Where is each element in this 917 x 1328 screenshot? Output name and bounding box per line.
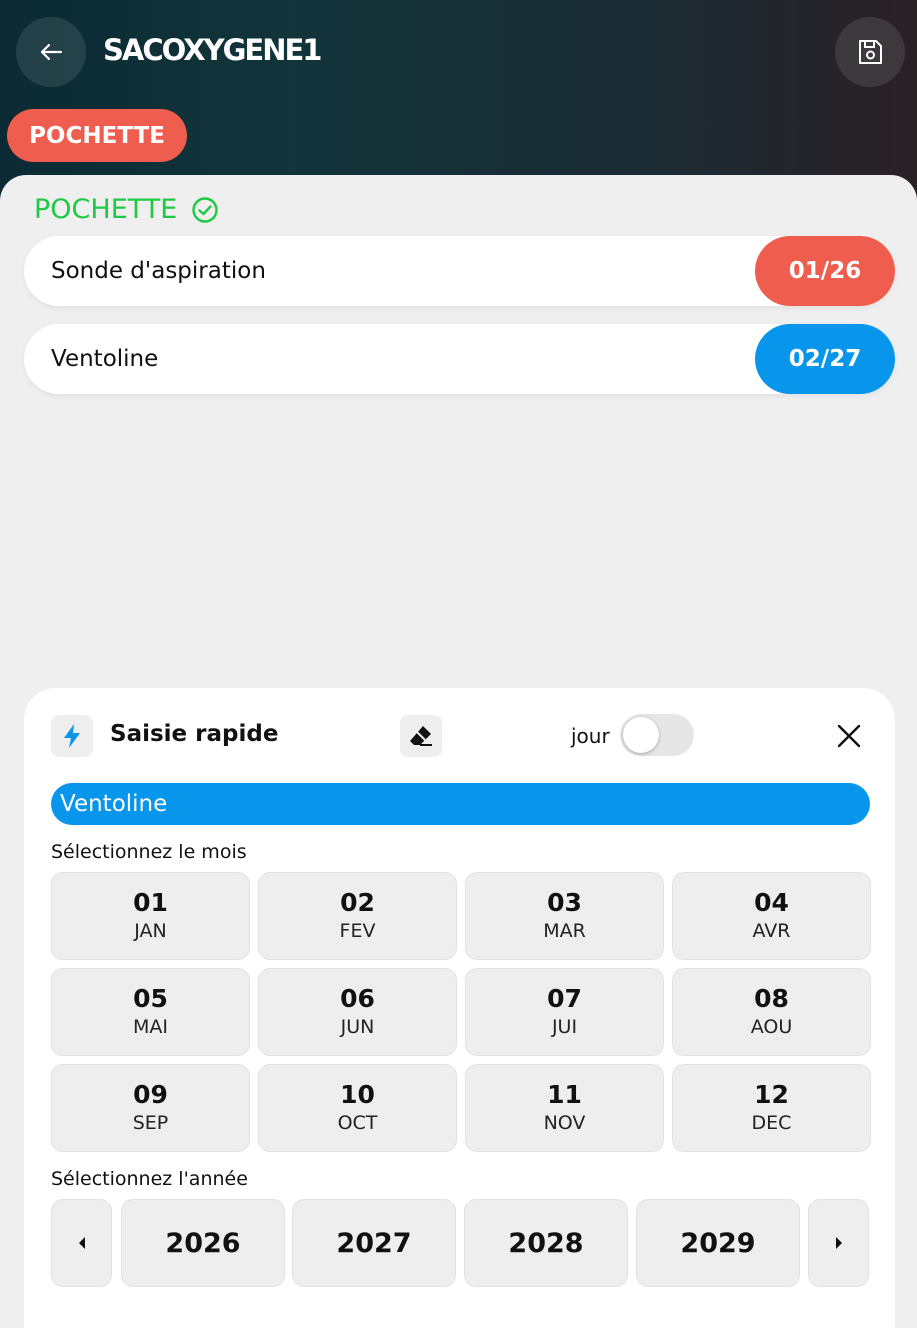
panel-title: Saisie rapide: [110, 721, 279, 747]
month-button[interactable]: 01 JAN: [51, 872, 250, 960]
save-button[interactable]: [835, 17, 905, 87]
arrow-left-icon: [40, 43, 63, 61]
month-abbr: AOU: [750, 1016, 793, 1038]
quick-entry-button[interactable]: [51, 715, 93, 757]
month-button[interactable]: 08 AOU: [672, 968, 871, 1056]
month-abbr: SEP: [132, 1112, 169, 1134]
month-number: 06: [340, 984, 375, 1013]
back-button[interactable]: [16, 17, 86, 87]
year-next-button[interactable]: [808, 1199, 869, 1287]
month-number: 02: [340, 888, 375, 917]
month-number: 11: [547, 1080, 582, 1109]
month-abbr: DEC: [751, 1112, 792, 1134]
quick-entry-panel: Saisie rapide jour Ventoline Sélectionne…: [24, 688, 895, 1328]
month-button[interactable]: 04 AVR: [672, 872, 871, 960]
month-button[interactable]: 05 MAI: [51, 968, 250, 1056]
toggle-label: jour: [571, 724, 610, 748]
month-abbr: AVR: [752, 920, 791, 942]
toggle-knob: [623, 717, 659, 753]
month-button[interactable]: 02 FEV: [258, 872, 457, 960]
clear-button[interactable]: [400, 715, 442, 757]
year-button[interactable]: 2028: [464, 1199, 628, 1287]
eraser-icon: [410, 726, 432, 746]
item-name: Ventoline: [51, 346, 159, 372]
caret-left-icon: [78, 1237, 85, 1249]
year-prev-button[interactable]: [51, 1199, 112, 1287]
month-button[interactable]: 07 JUI: [465, 968, 664, 1056]
check-circle-icon: [192, 196, 219, 223]
month-number: 01: [133, 888, 168, 917]
lightning-icon: [64, 724, 80, 748]
month-button[interactable]: 03 MAR: [465, 872, 664, 960]
month-button[interactable]: 06 JUN: [258, 968, 457, 1056]
month-abbr: NOV: [543, 1112, 586, 1134]
month-button[interactable]: 09 SEP: [51, 1064, 250, 1152]
year-button[interactable]: 2027: [292, 1199, 456, 1287]
month-abbr: JUI: [551, 1016, 578, 1038]
month-number: 10: [340, 1080, 375, 1109]
month-number: 08: [754, 984, 789, 1013]
month-number: 09: [133, 1080, 168, 1109]
month-number: 03: [547, 888, 582, 917]
year-button[interactable]: 2029: [636, 1199, 800, 1287]
caret-right-icon: [835, 1237, 842, 1249]
month-abbr: FEV: [339, 920, 376, 942]
month-abbr: JUN: [340, 1016, 375, 1038]
expiry-badge[interactable]: 02/27: [755, 324, 895, 394]
year-button[interactable]: 2026: [121, 1199, 285, 1287]
month-button[interactable]: 10 OCT: [258, 1064, 457, 1152]
month-number: 07: [547, 984, 582, 1013]
month-abbr: MAR: [543, 920, 586, 942]
expiry-badge[interactable]: 01/26: [755, 236, 895, 306]
month-button[interactable]: 11 NOV: [465, 1064, 664, 1152]
month-button[interactable]: 12 DEC: [672, 1064, 871, 1152]
list-item[interactable]: Sonde d'aspiration 01/26: [24, 236, 895, 306]
app-header: SACOXYGENE1 POCHETTE: [0, 0, 917, 200]
month-abbr: MAI: [133, 1016, 168, 1038]
list-item[interactable]: Ventoline 02/27: [24, 324, 895, 394]
month-grid: 01 JAN 02 FEV 03 MAR 04 AVR 05 MAI 06 JUN 07 JU…: [51, 872, 871, 1152]
page-title: SACOXYGENE1: [103, 33, 322, 67]
close-icon: [837, 724, 861, 748]
day-toggle[interactable]: [620, 714, 694, 756]
month-number: 04: [754, 888, 789, 917]
section-title: POCHETTE: [34, 194, 178, 225]
month-label: Sélectionnez le mois: [51, 841, 247, 863]
month-number: 05: [133, 984, 168, 1013]
close-button[interactable]: [829, 716, 869, 756]
year-selector: 2026 2027 2028 2029: [51, 1199, 870, 1287]
month-abbr: OCT: [337, 1112, 378, 1134]
section-header: POCHETTE: [34, 194, 219, 225]
category-chip[interactable]: POCHETTE: [7, 109, 187, 162]
year-label: Sélectionnez l'année: [51, 1168, 248, 1190]
month-number: 12: [754, 1080, 789, 1109]
floppy-disk-icon: [859, 40, 882, 64]
month-abbr: JAN: [134, 920, 167, 942]
selected-item-bar: Ventoline: [51, 783, 870, 825]
item-name: Sonde d'aspiration: [51, 258, 266, 284]
